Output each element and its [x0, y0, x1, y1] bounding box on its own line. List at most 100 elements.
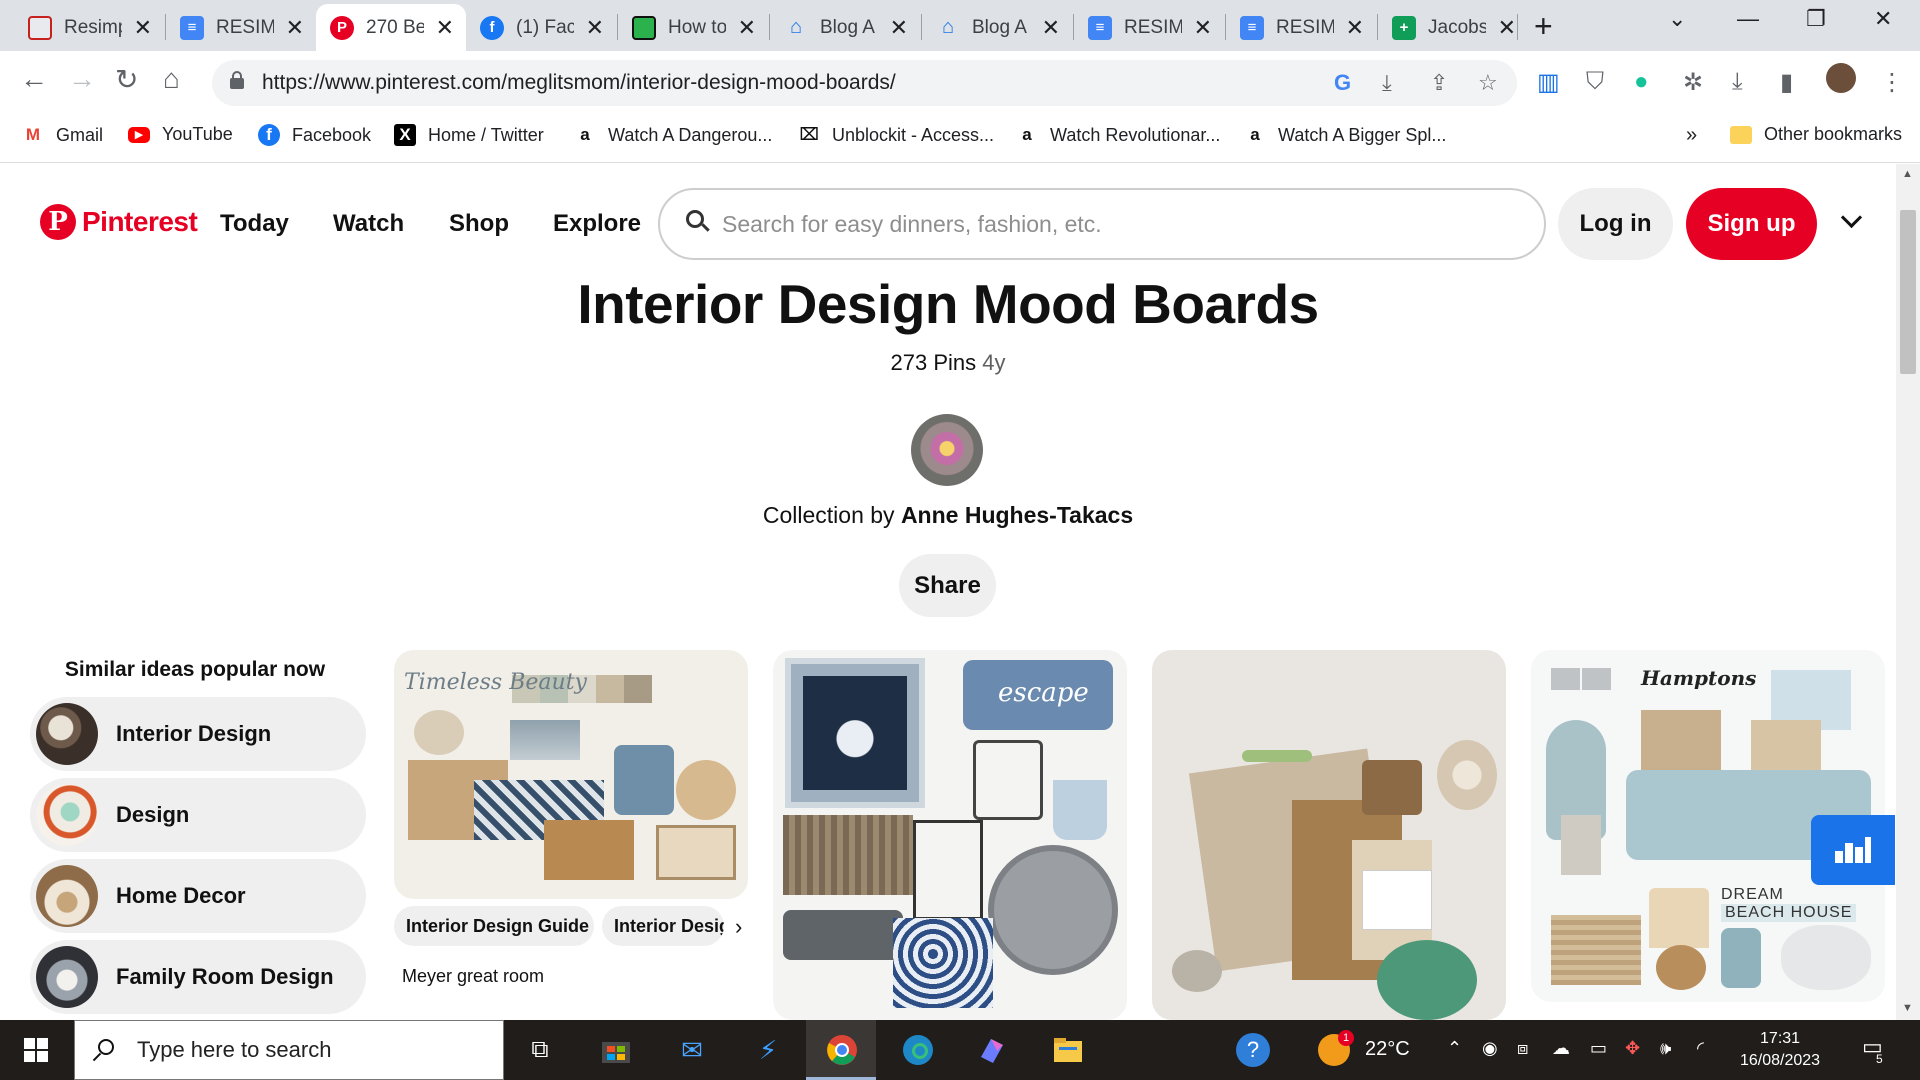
pinterest-logo[interactable]: P Pinterest	[40, 204, 198, 240]
profile-avatar[interactable]	[1826, 63, 1856, 93]
pin-neutral-samples[interactable]	[1152, 650, 1506, 1020]
weather-temperature[interactable]: 22°C	[1365, 1038, 1410, 1061]
bookmark-unblockit[interactable]: ⌧ Unblockit - Access...	[798, 124, 994, 146]
share-icon[interactable]: ⇪	[1430, 70, 1448, 96]
downloads-icon[interactable]: ⤓	[1732, 68, 1743, 96]
copilot-icon[interactable]	[972, 1030, 1012, 1070]
minimize-button[interactable]: —	[1737, 6, 1759, 32]
other-bookmarks-folder[interactable]: Other bookmarks	[1730, 124, 1902, 145]
close-icon[interactable]: ✕	[586, 15, 604, 41]
scroll-down-arrow-icon[interactable]: ▼	[1902, 1002, 1913, 1014]
tab-pinterest-active[interactable]: P 270 Be ✕	[316, 4, 466, 51]
power-automate-icon[interactable]: ⚡	[748, 1030, 788, 1070]
nav-shop[interactable]: Shop	[449, 210, 509, 238]
close-icon[interactable]: ✕	[134, 15, 152, 41]
new-tab-button[interactable]: +	[1534, 8, 1553, 45]
close-window-button[interactable]: ✕	[1874, 6, 1892, 32]
bookmark-twitter[interactable]: X Home / Twitter	[394, 124, 544, 146]
close-icon[interactable]: ✕	[286, 15, 304, 41]
tab-resimpli-doc[interactable]: ≡ RESIMP ✕	[166, 4, 316, 51]
grammarly-icon[interactable]: ●	[1634, 68, 1649, 96]
owner-name-link[interactable]: Anne Hughes-Takacs	[901, 502, 1133, 528]
bookmark-gmail[interactable]: M Gmail	[22, 124, 103, 146]
nav-today[interactable]: Today	[220, 210, 289, 238]
search-input[interactable]: Search for easy dinners, fashion, etc.	[658, 188, 1546, 260]
tag-chip-interior-design-guide[interactable]: Interior Design Guide	[394, 906, 594, 946]
close-icon[interactable]: ✕	[890, 15, 908, 41]
analytics-extension-icon[interactable]: ▥	[1537, 68, 1560, 97]
tab-blog-1[interactable]: ⌂ Blog A ✕	[770, 4, 920, 51]
tab-how-to[interactable]: How to ✕	[618, 4, 768, 51]
windows-start-icon[interactable]	[16, 1030, 56, 1070]
url-text[interactable]: https://www.pinterest.com/meglitsmom/int…	[262, 71, 896, 95]
address-bar[interactable]: https://www.pinterest.com/meglitsmom/int…	[212, 60, 1517, 106]
tab-resimpli[interactable]: Resimp ✕	[14, 4, 164, 51]
home-button[interactable]: ⌂	[163, 63, 180, 95]
similar-item-design[interactable]: Design	[30, 778, 366, 852]
similar-item-interior-design[interactable]: Interior Design	[30, 697, 366, 771]
nav-watch[interactable]: Watch	[333, 210, 404, 238]
close-icon[interactable]: ✕	[1498, 15, 1516, 41]
forward-button[interactable]: →	[68, 63, 96, 95]
shield-extension-icon[interactable]: ⛉	[1586, 68, 1604, 96]
share-button[interactable]: Share	[899, 554, 996, 617]
help-icon[interactable]: ?	[1236, 1033, 1270, 1067]
dropbox-icon[interactable]: ✥	[1625, 1038, 1640, 1059]
tab-resimpli-doc-3[interactable]: ≡ RESIMP ✕	[1226, 4, 1376, 51]
taskbar-search-input[interactable]: Type here to search	[74, 1020, 504, 1080]
close-icon[interactable]: ✕	[436, 15, 454, 41]
close-icon[interactable]: ✕	[738, 15, 756, 41]
scrollbar-thumb[interactable]	[1900, 210, 1916, 374]
floating-extension-button[interactable]	[1811, 815, 1895, 885]
nav-explore[interactable]: Explore	[553, 210, 641, 238]
bookmark-star-icon[interactable]: ☆	[1478, 70, 1498, 96]
tag-chip-interior-design[interactable]: Interior Design	[602, 906, 724, 946]
signup-button[interactable]: Sign up	[1686, 188, 1817, 260]
edge-icon[interactable]	[898, 1030, 938, 1070]
task-view-icon[interactable]: ⧉	[520, 1030, 560, 1070]
bookmark-amazon-1[interactable]: a Watch A Dangerou...	[574, 124, 772, 146]
reload-button[interactable]: ↻	[115, 63, 138, 96]
onedrive-cloud-icon[interactable]: ☁	[1552, 1038, 1570, 1059]
file-explorer-icon[interactable]	[1048, 1030, 1088, 1070]
bookmark-youtube[interactable]: ▶ YouTube	[128, 124, 233, 145]
chrome-icon[interactable]	[822, 1030, 862, 1070]
page-scrollbar[interactable]: ▲ ▼	[1896, 164, 1920, 1020]
google-lens-icon[interactable]: G	[1334, 70, 1351, 96]
restore-button[interactable]: ❐	[1806, 6, 1826, 32]
tab-search-chevron-icon[interactable]: ⌄	[1668, 6, 1686, 32]
tray-chevron-up-icon[interactable]: ⌃	[1447, 1038, 1462, 1059]
pin-escape-board[interactable]: escape	[773, 650, 1127, 1020]
taskbar-clock[interactable]: 17:31 16/08/2023	[1740, 1028, 1820, 1072]
volume-icon[interactable]: 🕪	[1660, 1038, 1671, 1059]
microsoft-store-icon[interactable]	[596, 1030, 636, 1070]
back-button[interactable]: ←	[20, 63, 48, 95]
extensions-puzzle-icon[interactable]: ✲	[1683, 68, 1703, 97]
wifi-icon[interactable]: ◜	[1697, 1038, 1704, 1059]
close-icon[interactable]: ✕	[1346, 15, 1364, 41]
close-icon[interactable]: ✕	[1194, 15, 1212, 41]
chevron-right-icon[interactable]: ›	[735, 914, 742, 940]
close-icon[interactable]: ✕	[1042, 15, 1060, 41]
scroll-up-arrow-icon[interactable]: ▲	[1902, 168, 1913, 180]
teams-icon[interactable]: ⧈	[1517, 1038, 1528, 1059]
bookmark-amazon-2[interactable]: a Watch Revolutionar...	[1016, 124, 1220, 146]
pin-timeless-beauty[interactable]: Timeless Beauty	[394, 650, 748, 899]
tab-resimpli-doc-2[interactable]: ≡ RESIMP ✕	[1074, 4, 1224, 51]
lock-icon[interactable]	[230, 71, 244, 89]
mail-icon[interactable]: ✉	[672, 1030, 712, 1070]
side-panel-icon[interactable]: ▮	[1780, 68, 1793, 97]
bookmark-facebook[interactable]: f Facebook	[258, 124, 371, 146]
chevron-down-icon[interactable]	[1840, 210, 1862, 232]
tab-facebook[interactable]: f (1) Fac ✕	[466, 4, 616, 51]
battery-icon[interactable]: ▭	[1590, 1038, 1607, 1059]
menu-kebab-icon[interactable]: ⋮	[1880, 68, 1904, 97]
install-app-icon[interactable]: ⤓	[1382, 70, 1392, 96]
tab-jacobs-sheet[interactable]: + Jacobs ✕	[1378, 4, 1528, 51]
login-button[interactable]: Log in	[1558, 188, 1673, 260]
tab-blog-2[interactable]: ⌂ Blog A ✕	[922, 4, 1072, 51]
owner-avatar[interactable]	[911, 414, 983, 486]
bookmark-amazon-3[interactable]: a Watch A Bigger Spl...	[1244, 124, 1446, 146]
record-icon[interactable]: ◉	[1482, 1038, 1498, 1059]
similar-item-family-room-design[interactable]: Family Room Design	[30, 940, 366, 1014]
